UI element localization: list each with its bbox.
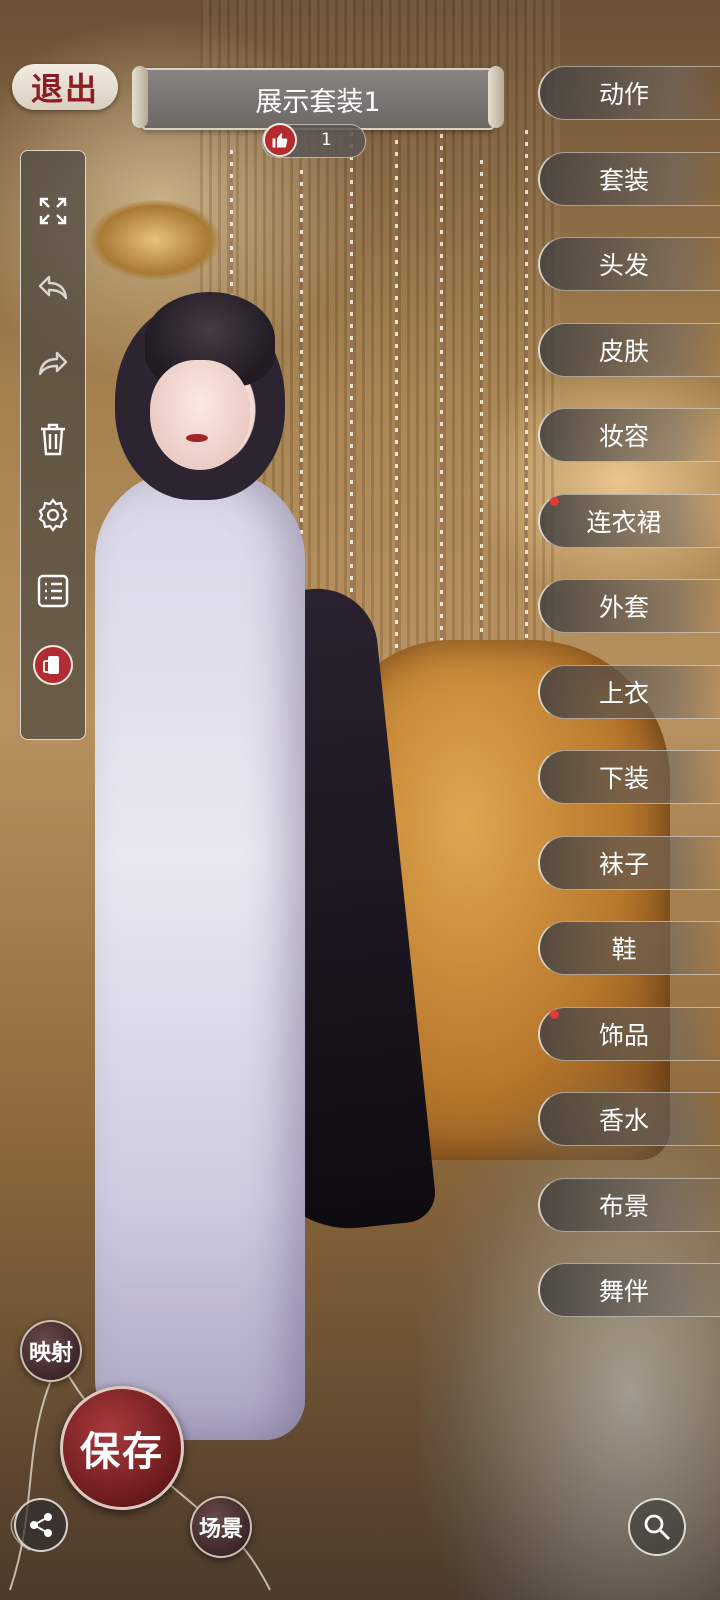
like-count: 1 [321,130,332,150]
search-icon [644,1514,670,1540]
category-tab[interactable]: 动作 [538,66,720,120]
mirror-button-label: 映射 [28,1340,73,1366]
category-tab[interactable]: 舞伴 [538,1263,720,1317]
category-tab[interactable]: 连衣裙 [538,494,720,548]
thumbs-up-icon [263,123,297,157]
like-counter[interactable]: 1 [262,123,366,158]
category-tab-label: 下装 [598,764,649,793]
category-tab-label: 皮肤 [598,337,649,366]
category-tab-label: 动作 [598,80,649,109]
category-tab[interactable]: 外套 [538,579,720,633]
share-icon [30,1513,52,1537]
outfit-title: 展示套装1 [255,86,381,118]
category-tab[interactable]: 妆容 [538,408,720,462]
phone-rotate-icon[interactable] [33,645,73,685]
category-tab[interactable]: 饰品 [538,1007,720,1061]
new-badge-dot [550,1010,559,1019]
category-tab[interactable]: 皮肤 [538,323,720,377]
scene-button-label: 场景 [198,1516,243,1542]
category-tab-label: 连衣裙 [586,508,662,537]
left-toolbar [20,150,86,740]
category-tab[interactable]: 套装 [538,152,720,206]
category-tab-label: 外套 [598,593,649,622]
trash-icon[interactable] [33,419,73,459]
category-tab[interactable]: 上衣 [538,665,720,719]
save-button[interactable]: 保存 [60,1386,184,1510]
category-tab-label: 鞋 [611,935,637,964]
category-tab-label: 舞伴 [598,1277,649,1306]
category-tab[interactable]: 鞋 [538,921,720,975]
new-badge-dot [550,497,559,506]
category-tab-label: 香水 [598,1106,649,1135]
list-icon[interactable] [33,571,73,611]
redo-icon[interactable] [33,343,73,383]
exit-button-label: 退出 [30,70,99,108]
category-tab-label: 妆容 [598,422,649,451]
category-tab-label: 套装 [598,166,649,195]
category-tab-label: 布景 [598,1192,649,1221]
outfit-title-plaque[interactable]: 展示套装1 [132,66,504,130]
exit-button[interactable]: 退出 [12,64,118,110]
category-tab[interactable]: 香水 [538,1092,720,1146]
character-dress [95,470,305,1440]
undo-icon[interactable] [33,267,73,307]
mirror-button[interactable]: 映射 [20,1320,82,1382]
share-button[interactable] [14,1498,68,1552]
category-tab-label: 饰品 [598,1021,649,1050]
search-button[interactable] [628,1498,686,1556]
save-button-label: 保存 [80,1428,164,1475]
category-tab[interactable]: 袜子 [538,836,720,890]
category-tab[interactable]: 下装 [538,750,720,804]
gear-icon[interactable] [33,495,73,535]
wall-lamp [90,200,220,280]
character-face [150,360,250,470]
category-tab-label: 袜子 [598,850,649,879]
scene-button[interactable]: 场景 [190,1496,252,1558]
category-tab-label: 上衣 [598,679,649,708]
category-tab[interactable]: 布景 [538,1178,720,1232]
category-tab[interactable]: 头发 [538,237,720,291]
character-lips [186,434,208,442]
category-tab-label: 头发 [598,251,649,280]
fullscreen-icon[interactable] [33,191,73,231]
